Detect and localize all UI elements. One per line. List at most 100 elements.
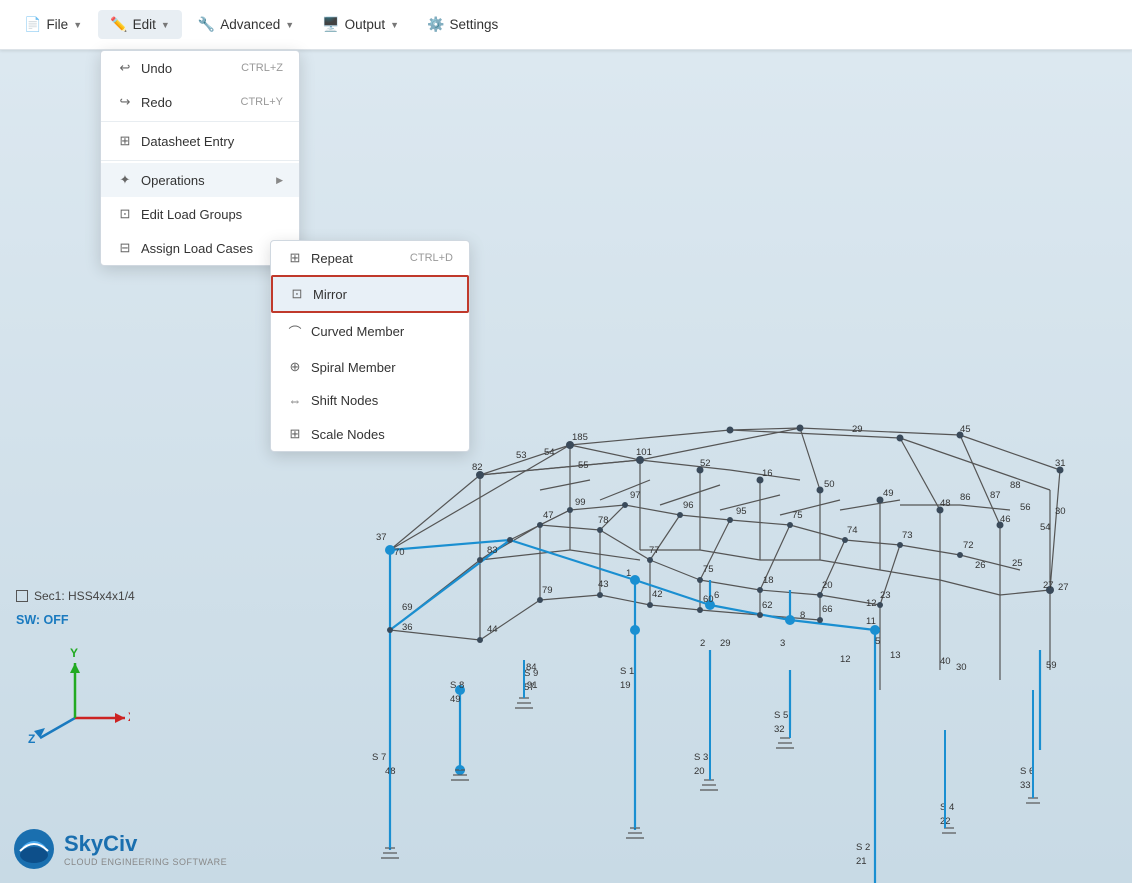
svg-text:18: 18: [763, 575, 774, 586]
mirror-label: Mirror: [313, 287, 347, 302]
svg-text:29: 29: [852, 424, 863, 435]
section-checkbox[interactable]: [16, 590, 28, 602]
svg-text:1: 1: [626, 568, 631, 579]
settings-menu-button[interactable]: ⚙️ Settings: [415, 10, 510, 39]
settings-icon: ⚙️: [427, 16, 444, 33]
file-chevron: ▼: [73, 20, 82, 30]
load-groups-icon: ⊡: [117, 206, 133, 222]
file-menu-button[interactable]: 📄 File ▼: [12, 10, 94, 39]
svg-text:45: 45: [960, 424, 971, 435]
svg-text:37: 37: [376, 532, 387, 543]
svg-text:12: 12: [866, 598, 877, 609]
svg-text:Z: Z: [28, 732, 35, 746]
svg-text:54: 54: [1040, 522, 1051, 533]
mirror-icon: ⊡: [289, 286, 305, 302]
section-text: Sec1: HSS4x4x1/4: [34, 589, 135, 603]
operations-label: Operations: [141, 173, 205, 188]
redo-label: Redo: [141, 95, 172, 110]
advanced-menu-button[interactable]: 🔧 Advanced ▼: [186, 10, 306, 39]
scale-nodes-item[interactable]: ⊞ Scale Nodes: [271, 417, 469, 451]
curved-member-icon: ⌒: [287, 322, 303, 341]
output-menu-button[interactable]: 🖥️ Output ▼: [310, 10, 411, 39]
svg-text:95: 95: [736, 506, 747, 517]
svg-text:16: 16: [762, 468, 773, 479]
file-icon: 📄: [24, 16, 41, 33]
svg-text:86: 86: [960, 492, 971, 503]
svg-text:S 5: S 5: [774, 710, 788, 721]
svg-text:96: 96: [683, 500, 694, 511]
shift-nodes-item[interactable]: ⇔ Shift Nodes: [271, 384, 469, 417]
svg-text:12: 12: [840, 654, 851, 665]
datasheet-item[interactable]: ⊞ Datasheet Entry: [101, 124, 299, 158]
operations-item[interactable]: ✦ Operations: [101, 163, 299, 197]
svg-text:42: 42: [652, 589, 663, 600]
spiral-member-item[interactable]: ⊕ Spiral Member: [271, 350, 469, 384]
svg-text:74: 74: [847, 525, 858, 536]
curved-member-item[interactable]: ⌒ Curved Member: [271, 313, 469, 350]
settings-label: Settings: [449, 17, 498, 32]
svg-text:56: 56: [1020, 502, 1031, 513]
svg-text:25: 25: [1012, 558, 1023, 569]
operations-icon: ✦: [117, 172, 133, 188]
svg-text:59: 59: [1046, 660, 1057, 671]
undo-item[interactable]: ↩ Undo CTRL+Z: [101, 51, 299, 85]
svg-text:50: 50: [824, 479, 835, 490]
logo-tagline: CLOUD ENGINEERING SOFTWARE: [64, 857, 227, 867]
advanced-label: Advanced: [220, 17, 280, 32]
svg-text:30: 30: [1055, 506, 1066, 517]
edit-load-groups-label: Edit Load Groups: [141, 207, 242, 222]
svg-text:79: 79: [542, 585, 553, 596]
svg-text:55: 55: [578, 460, 589, 471]
svg-text:S 4: S 4: [940, 802, 954, 813]
svg-text:27: 27: [1043, 580, 1054, 591]
undo-label: Undo: [141, 61, 172, 76]
svg-text:11: 11: [866, 616, 876, 627]
svg-text:69: 69: [402, 602, 413, 613]
svg-text:97: 97: [630, 490, 641, 501]
svg-text:185: 185: [572, 432, 588, 443]
svg-text:87: 87: [990, 490, 1001, 501]
spiral-member-icon: ⊕: [287, 359, 303, 375]
repeat-item[interactable]: ⊞ Repeat CTRL+D: [271, 241, 469, 275]
svg-text:75: 75: [703, 564, 714, 575]
svg-text:S 8: S 8: [450, 680, 464, 691]
assign-load-cases-label: Assign Load Cases: [141, 241, 253, 256]
curved-member-label: Curved Member: [311, 324, 404, 339]
edit-load-groups-item[interactable]: ⊡ Edit Load Groups: [101, 197, 299, 231]
svg-text:X: X: [128, 710, 130, 724]
svg-text:19: 19: [620, 680, 631, 691]
svg-text:2: 2: [700, 638, 705, 649]
output-label: Output: [345, 17, 386, 32]
svg-text:44: 44: [487, 624, 498, 635]
svg-text:5: 5: [875, 636, 880, 647]
mirror-item[interactable]: ⊡ Mirror: [271, 275, 469, 313]
svg-text:21: 21: [856, 856, 867, 867]
svg-text:20: 20: [694, 766, 705, 777]
shift-nodes-label: Shift Nodes: [311, 393, 378, 408]
svg-text:101: 101: [636, 447, 652, 458]
svg-text:75: 75: [792, 510, 803, 521]
svg-text:49: 49: [883, 488, 894, 499]
svg-text:3: 3: [780, 638, 785, 649]
divider-1: [101, 121, 299, 122]
svg-text:36: 36: [402, 622, 413, 633]
datasheet-label: Datasheet Entry: [141, 134, 234, 149]
svg-text:29: 29: [720, 638, 731, 649]
redo-item[interactable]: ↪ Redo CTRL+Y: [101, 85, 299, 119]
svg-text:72: 72: [963, 540, 974, 551]
svg-text:8: 8: [800, 610, 805, 621]
svg-text:40: 40: [940, 656, 951, 667]
scale-nodes-label: Scale Nodes: [311, 427, 385, 442]
advanced-icon: 🔧: [198, 16, 215, 33]
advanced-chevron: ▼: [285, 20, 294, 30]
divider-2: [101, 160, 299, 161]
svg-text:43: 43: [598, 579, 609, 590]
svg-text:23: 23: [880, 590, 891, 601]
spiral-member-label: Spiral Member: [311, 360, 396, 375]
svg-text:60: 60: [703, 594, 714, 605]
svg-text:20: 20: [822, 580, 833, 591]
svg-text:54: 54: [544, 447, 555, 458]
svg-text:49: 49: [450, 694, 461, 705]
undo-icon: ↩: [117, 60, 133, 76]
edit-menu-button[interactable]: ✏️ Edit ▼: [98, 10, 182, 39]
